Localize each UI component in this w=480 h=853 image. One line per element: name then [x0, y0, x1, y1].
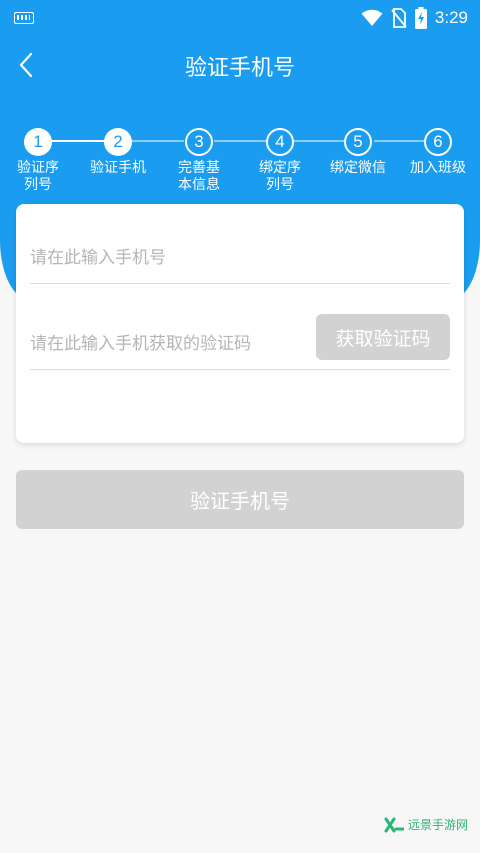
- status-icons: 3:29: [361, 6, 468, 30]
- step-label: 绑定序 列号: [259, 160, 301, 193]
- watermark-text: 远景手游网: [407, 818, 468, 832]
- step-label: 完善基 本信息: [178, 160, 220, 193]
- wifi-icon: [361, 9, 383, 26]
- step-6: 6 加入班级: [398, 128, 478, 177]
- phone-field: [30, 238, 450, 284]
- step-4: 4 绑定序 列号: [240, 128, 320, 194]
- code-input[interactable]: [30, 314, 310, 364]
- watermark: 远景手游网: [384, 816, 468, 833]
- page-title: 验证手机号: [184, 56, 295, 81]
- step-circle: 1: [24, 128, 52, 156]
- step-5: 5 绑定微信: [318, 128, 398, 177]
- code-field: 获取验证码: [30, 314, 450, 370]
- progress-steps: 1 验证序 列号 2 验证手机 3 完善基 本信息 4 绑定序 列号 5 绑定微…: [0, 124, 480, 204]
- phone-verification-card: 获取验证码: [16, 204, 464, 443]
- step-label: 验证序 列号: [17, 160, 59, 193]
- step-1: 1 验证序 列号: [0, 128, 78, 194]
- get-code-button[interactable]: 获取验证码: [316, 314, 450, 360]
- status-bar: 3:29: [0, 0, 480, 36]
- step-label: 验证手机: [90, 160, 146, 176]
- phone-input[interactable]: [30, 238, 450, 278]
- keyboard-icon: [14, 12, 34, 24]
- step-circle: 6: [424, 128, 452, 156]
- step-label: 加入班级: [410, 160, 466, 176]
- verify-phone-button[interactable]: 验证手机号: [16, 470, 464, 529]
- step-circle: 5: [344, 128, 372, 156]
- step-circle: 2: [104, 128, 132, 156]
- step-2: 2 验证手机: [78, 128, 158, 177]
- watermark-logo-icon: [384, 817, 404, 832]
- battery-charging-icon: [414, 7, 427, 29]
- title-bar: 验证手机号: [0, 40, 480, 90]
- step-3: 3 完善基 本信息: [159, 128, 239, 194]
- status-time: 3:29: [434, 8, 468, 27]
- step-label: 绑定微信: [330, 160, 386, 176]
- step-circle: 4: [266, 128, 294, 156]
- step-circle: 3: [185, 128, 213, 156]
- no-sim-icon: [391, 8, 407, 28]
